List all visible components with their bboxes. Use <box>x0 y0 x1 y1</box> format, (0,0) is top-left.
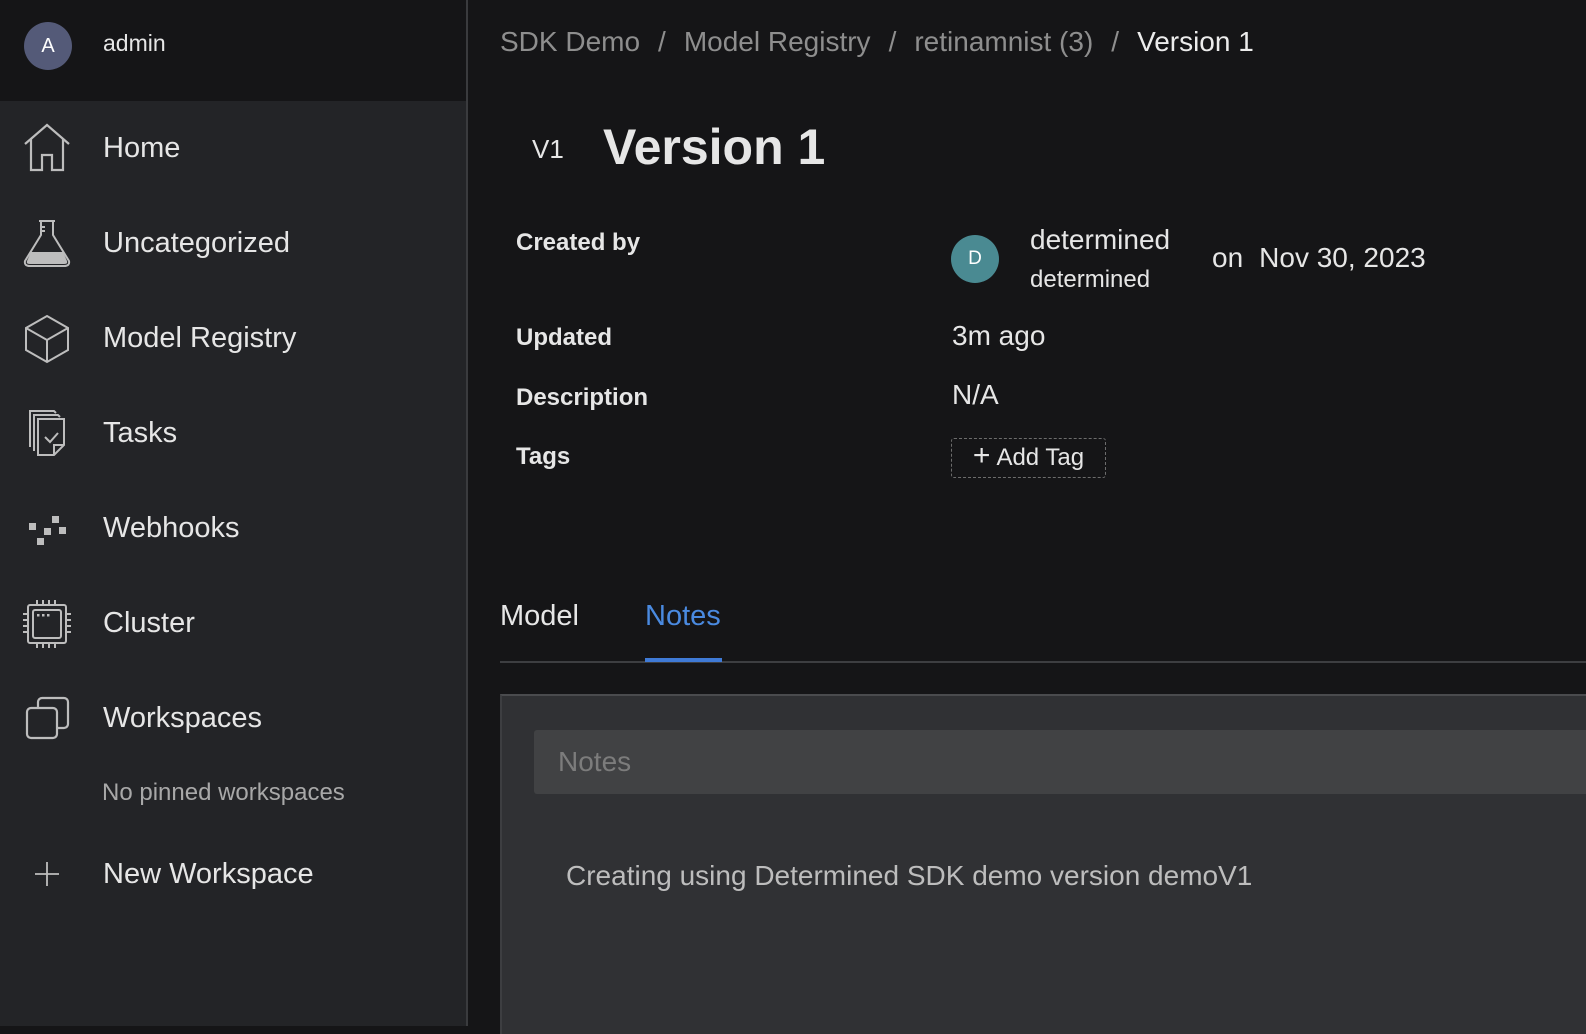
updated-label: Updated <box>516 324 612 351</box>
user-name[interactable]: admin <box>103 30 166 57</box>
main-content: SDK Demo / Model Registry / retinamnist … <box>468 0 1586 1034</box>
active-tab-indicator <box>645 658 722 662</box>
new-workspace-label: New Workspace <box>103 857 314 890</box>
tab-bar: Model Notes <box>500 590 1586 663</box>
home-icon <box>22 122 72 174</box>
breadcrumb-model[interactable]: retinamnist (3) <box>914 26 1093 58</box>
description-label: Description <box>516 384 649 411</box>
tags-label: Tags <box>516 443 571 470</box>
user-header[interactable]: A admin <box>0 0 467 101</box>
on-word: on <box>1212 242 1244 273</box>
breadcrumb-separator: / <box>658 26 666 57</box>
sidebar-item-model-registry[interactable]: Model Registry <box>0 298 467 378</box>
flask-icon <box>22 217 72 269</box>
new-workspace-button[interactable]: New Workspace <box>0 834 467 914</box>
created-date-value: Nov 30, 2023 <box>1259 242 1426 273</box>
creator-display-name: determined <box>1030 224 1171 255</box>
notes-body[interactable]: Creating using Determined SDK demo versi… <box>566 860 1252 892</box>
creator-avatar: D <box>951 235 999 283</box>
sidebar-item-label: Uncategorized <box>103 226 290 259</box>
notes-panel: Creating using Determined SDK demo versi… <box>500 694 1586 1034</box>
breadcrumb-separator: / <box>888 26 897 57</box>
created-date: on Nov 30, 2023 <box>1212 242 1426 274</box>
sidebar-item-label: Model Registry <box>103 321 297 354</box>
breadcrumb-current: Version 1 <box>1137 26 1254 57</box>
add-tag-label: Add Tag <box>996 444 1085 471</box>
sidebar-item-label: Home <box>103 131 181 164</box>
webhooks-icon <box>22 502 72 554</box>
sidebar-item-webhooks[interactable]: Webhooks <box>0 488 467 568</box>
sidebar-item-home[interactable]: Home <box>0 108 467 188</box>
page-title: Version 1 <box>603 119 826 175</box>
chip-icon <box>22 597 72 649</box>
sidebar-item-uncategorized[interactable]: Uncategorized <box>0 203 467 283</box>
created-by-label: Created by <box>516 229 641 256</box>
creator-username: determined <box>1030 266 1151 293</box>
breadcrumb-workspace[interactable]: SDK Demo <box>500 26 640 58</box>
sidebar-item-label: Tasks <box>103 416 178 449</box>
notes-title-input[interactable] <box>534 730 1586 794</box>
sidebar-item-label: Cluster <box>103 606 195 639</box>
sidebar-item-label: Workspaces <box>103 701 263 734</box>
breadcrumb-separator: / <box>1111 26 1120 57</box>
sidebar-item-label: Webhooks <box>103 511 240 544</box>
sidebar: A admin Home Uncategorized Model Registr… <box>0 0 467 1026</box>
sidebar-item-workspaces[interactable]: Workspaces <box>0 678 467 758</box>
plus-icon: + <box>972 439 991 472</box>
breadcrumb: SDK Demo / Model Registry / retinamnist … <box>500 26 1254 58</box>
description-value[interactable]: N/A <box>952 379 999 411</box>
sidebar-item-tasks[interactable]: Tasks <box>0 393 467 473</box>
version-badge: V1 <box>532 134 564 164</box>
cube-icon <box>22 312 72 364</box>
sidebar-item-cluster[interactable]: Cluster <box>0 583 467 663</box>
add-tag-button[interactable]: + Add Tag <box>951 438 1106 478</box>
breadcrumb-model-registry[interactable]: Model Registry <box>684 26 871 58</box>
tab-notes[interactable]: Notes <box>645 600 721 657</box>
no-pinned-workspaces: No pinned workspaces <box>102 779 345 806</box>
plus-icon <box>22 848 72 900</box>
tab-model[interactable]: Model <box>500 600 579 657</box>
tasks-icon <box>22 407 72 459</box>
user-avatar[interactable]: A <box>24 22 72 70</box>
workspaces-icon <box>22 692 72 744</box>
updated-value: 3m ago <box>952 320 1046 351</box>
